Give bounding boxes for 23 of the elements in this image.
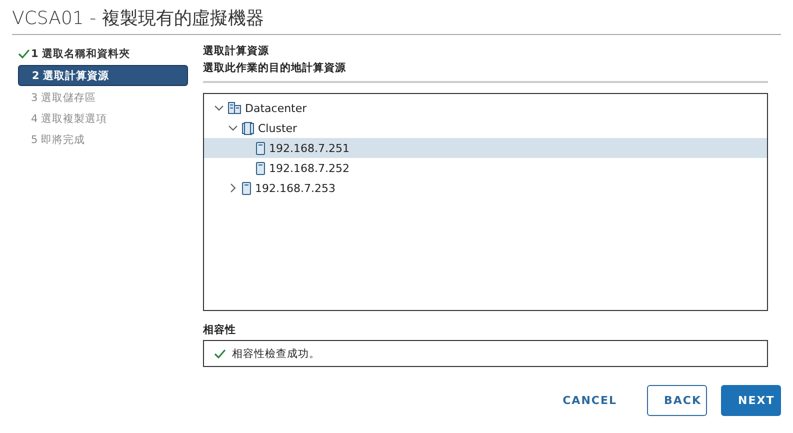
tree-item[interactable]: Cluster: [204, 118, 767, 138]
tree-item[interactable]: 192.168.7.252: [204, 158, 767, 178]
server-icon: [242, 182, 251, 194]
cluster-icon: [242, 122, 254, 134]
tree-item[interactable]: Datacenter: [204, 98, 767, 118]
building-icon: [228, 102, 241, 114]
page-heading: 選取計算資源: [203, 44, 270, 58]
chevron-right-icon[interactable]: [228, 183, 238, 193]
chevron-down-icon[interactable]: [228, 123, 238, 133]
tree-item[interactable]: 192.168.7.251: [204, 138, 767, 158]
cancel-button[interactable]: CANCEL: [546, 385, 633, 416]
chevron-down-icon[interactable]: [214, 103, 224, 113]
server-icon: [256, 142, 265, 154]
window-title: VCSA01 - 複製現有的虛擬機器: [12, 7, 264, 31]
wizard-step[interactable]: 2 選取計算資源: [18, 65, 188, 86]
back-button[interactable]: BACK: [647, 385, 707, 416]
tree-item[interactable]: 192.168.7.253: [204, 178, 767, 198]
compatibility-message: 相容性檢查成功。: [232, 346, 320, 360]
wizard-step[interactable]: 1 選取名稱和資料夾: [18, 44, 188, 63]
server-icon: [256, 162, 265, 174]
compatibility-label: 相容性: [203, 323, 237, 337]
page-subheading: 選取此作業的目的地計算資源: [203, 61, 768, 83]
next-button[interactable]: NEXT: [721, 385, 781, 416]
